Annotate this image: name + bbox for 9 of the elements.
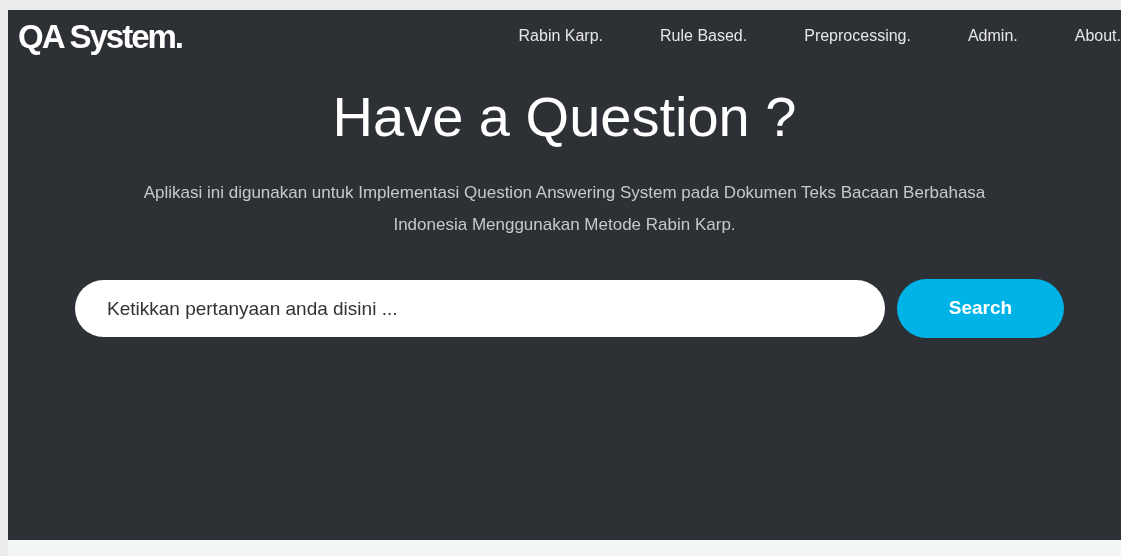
brand-logo[interactable]: QA System.	[18, 12, 182, 62]
nav-link[interactable]: About.	[1074, 24, 1121, 48]
nav-link[interactable]: Admin.	[967, 24, 1018, 48]
hero-description: Aplikasi ini digunakan untuk Implementasi Question Answering System pada Dokumen Teks Bacaan Berbahasa Indonesia Menggunakan Metode Rabin Karp.	[142, 182, 987, 236]
nav-link[interactable]: Rule Based.	[660, 24, 748, 48]
nav-link[interactable]: Rabin Karp.	[518, 24, 604, 48]
nav-link[interactable]: Preprocessing.	[804, 24, 911, 48]
hero-title: Have a Question ?	[331, 89, 798, 145]
search-field[interactable]: Ketikkan pertanyaan anda disini ...	[75, 280, 885, 337]
